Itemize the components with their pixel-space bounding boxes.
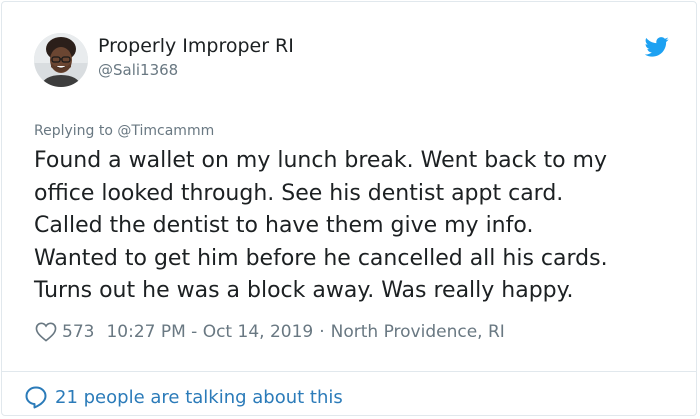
like-count[interactable]: 573 [62,322,94,342]
twitter-bird-icon[interactable] [645,37,669,57]
author-display-name[interactable]: Properly Improper RI [98,35,294,57]
tweet-text-line: Wanted to get him before he cancelled al… [34,245,608,271]
heart-icon[interactable] [35,322,57,342]
conversation-label[interactable]: 21 people are talking about this [55,387,343,408]
meta-separator: · [319,322,325,342]
tweet-location[interactable]: North Providence, RI [331,322,505,342]
tweet-text: Found a wallet on my lunch break. Went b… [34,145,684,308]
tweet-text-line: office looked through. See his dentist a… [34,180,564,206]
speech-bubble-icon [25,386,47,409]
tweet-card: Properly Improper RI @Sali1368 Replying … [1,1,697,416]
avatar[interactable] [34,33,88,87]
tweet-meta: 573 10:27 PM - Oct 14, 2019 · North Prov… [35,320,505,344]
author-handle[interactable]: @Sali1368 [98,61,178,79]
tweet-timestamp[interactable]: 10:27 PM - Oct 14, 2019 [106,322,313,342]
avatar-image [34,33,88,87]
tweet-text-line: Found a wallet on my lunch break. Went b… [34,148,608,173]
tweet-text-line: Turns out he was a block away. Was reall… [34,278,574,304]
conversation-link[interactable]: 21 people are talking about this [24,384,343,410]
tweet-text-line: Called the dentist to have them give my … [34,213,534,239]
footer-divider [2,371,696,372]
replying-to-label[interactable]: Replying to @Timcammm [34,123,214,139]
